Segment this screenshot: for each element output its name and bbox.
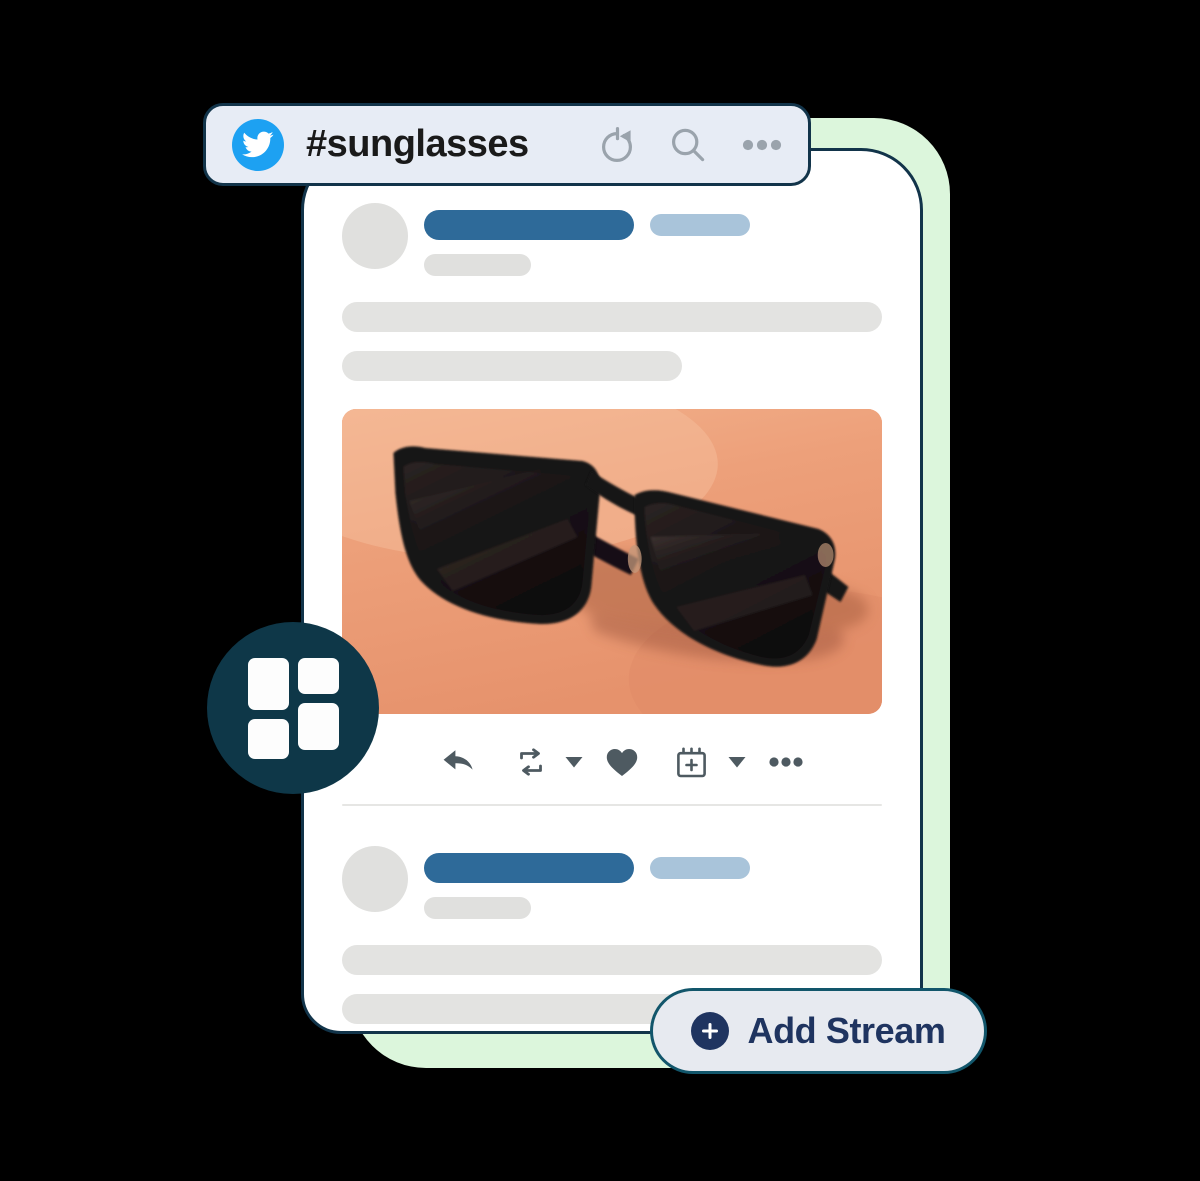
search-icon[interactable] — [670, 127, 706, 163]
hootsuite-grid-logo-icon — [207, 622, 379, 794]
logo-tile-1 — [247, 657, 289, 710]
schedule-dropdown-icon[interactable] — [727, 755, 747, 769]
logo-grid — [247, 657, 339, 759]
schedule-calendar-icon[interactable] — [676, 747, 707, 778]
retweet-dropdown-icon[interactable] — [564, 755, 584, 769]
stream-title: #sunglasses — [306, 123, 529, 165]
screenshot-stage: #sunglasses Add Stream — [0, 0, 1200, 1181]
post-author-block — [424, 203, 882, 276]
author-handle-skeleton — [650, 857, 750, 879]
post-more-icon[interactable] — [769, 757, 803, 767]
like-heart-icon[interactable] — [606, 748, 638, 777]
post-divider — [342, 804, 882, 806]
post-header — [342, 846, 882, 919]
author-name-skeleton — [424, 853, 634, 883]
post-body-line-2 — [342, 994, 683, 1024]
post-media-image[interactable] — [342, 409, 882, 714]
post-meta-skeleton — [424, 897, 531, 919]
post-meta-skeleton — [424, 254, 531, 276]
author-handle-skeleton — [650, 214, 750, 236]
stream-header-bar[interactable]: #sunglasses — [203, 103, 811, 186]
author-name-row — [424, 853, 882, 883]
stream-feed-card — [301, 148, 923, 1034]
post-action-bar — [342, 736, 882, 788]
stream-header-icons — [600, 126, 782, 163]
post-body-line-1 — [342, 302, 882, 332]
avatar[interactable] — [342, 203, 408, 269]
logo-tile-4 — [297, 702, 339, 750]
add-stream-label: Add Stream — [747, 1010, 946, 1051]
author-name-row — [424, 210, 882, 240]
retweet-icon[interactable] — [516, 747, 546, 777]
plus-circle-icon — [691, 1012, 730, 1050]
post-header — [342, 203, 882, 276]
refresh-icon[interactable] — [600, 126, 634, 163]
reply-icon[interactable] — [442, 747, 474, 777]
feed-card-content — [304, 151, 920, 1031]
twitter-bird-icon — [232, 118, 284, 171]
avatar[interactable] — [342, 846, 408, 912]
feed-post-1[interactable] — [342, 203, 882, 806]
logo-tile-2 — [297, 657, 339, 694]
logo-tile-3 — [247, 718, 289, 759]
add-stream-button[interactable]: Add Stream — [650, 988, 987, 1074]
post-body-line-2 — [342, 351, 683, 381]
author-name-skeleton — [424, 210, 634, 240]
post-author-block — [424, 846, 882, 919]
more-options-icon[interactable] — [742, 139, 782, 151]
post-body-line-1 — [342, 945, 882, 975]
